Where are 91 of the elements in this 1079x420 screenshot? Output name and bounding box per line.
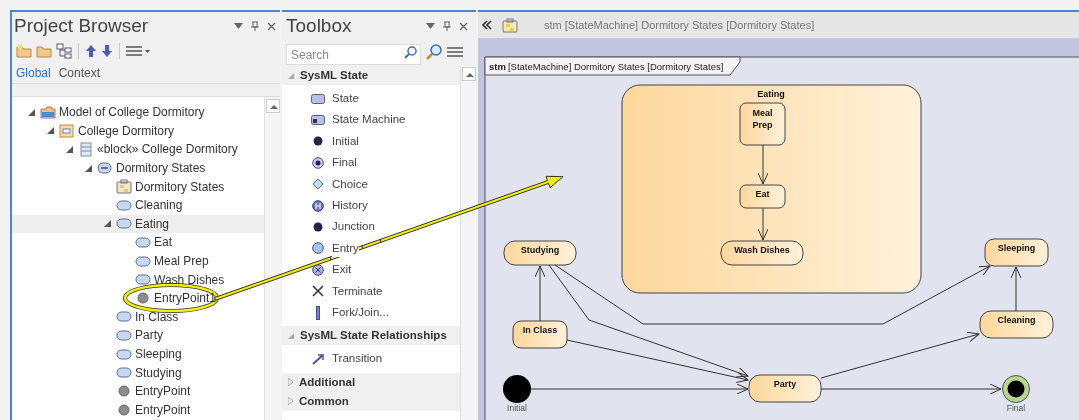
block-icon bbox=[79, 142, 92, 157]
panel-title: Project Browser bbox=[14, 13, 150, 38]
expanded-icon[interactable] bbox=[27, 108, 35, 116]
diagram-icon bbox=[115, 179, 132, 195]
state-icon bbox=[115, 218, 132, 230]
state-node: Meal Prep bbox=[739, 102, 786, 146]
search-icon[interactable] bbox=[425, 43, 443, 61]
transition-arrow bbox=[757, 207, 769, 241]
state-icon bbox=[115, 367, 132, 379]
dropdown-icon[interactable] bbox=[426, 23, 435, 29]
expanded-icon[interactable] bbox=[65, 146, 73, 153]
frame-label: stm [StateMachine] Dormitory States [Dormitory States] bbox=[484, 56, 741, 76]
up-arrow-icon[interactable] bbox=[85, 44, 97, 58]
state-icon bbox=[115, 329, 132, 341]
entry-point-icon bbox=[117, 403, 130, 416]
state-node: Party bbox=[748, 374, 822, 403]
scroll-up-icon[interactable] bbox=[265, 99, 280, 113]
tree-item[interactable]: Party bbox=[135, 326, 163, 345]
scroll-up-icon[interactable] bbox=[461, 67, 476, 81]
scrollbar[interactable] bbox=[460, 66, 476, 420]
tab[interactable]: Global bbox=[16, 63, 51, 82]
state-icon bbox=[134, 236, 151, 248]
tree-item[interactable]: «block» College Dormitory bbox=[97, 140, 238, 159]
panel-title: Toolbox bbox=[286, 13, 353, 38]
menu-icon[interactable] bbox=[447, 46, 463, 58]
menu-icon[interactable] bbox=[126, 45, 150, 57]
pin-icon[interactable] bbox=[251, 21, 259, 31]
filled-circle-icon bbox=[313, 222, 323, 233]
tree-item[interactable]: EntryPoint bbox=[135, 400, 191, 419]
scrollbar[interactable] bbox=[264, 97, 280, 420]
diagram-icon[interactable] bbox=[502, 17, 518, 33]
pin-icon[interactable] bbox=[443, 21, 451, 31]
state-node: Eat bbox=[739, 184, 786, 209]
entry-point-icon bbox=[136, 292, 149, 305]
tree-item[interactable]: Studying bbox=[135, 363, 182, 382]
bullseye-icon bbox=[312, 156, 324, 169]
bar-icon bbox=[316, 305, 320, 320]
diamond-icon bbox=[312, 178, 324, 191]
state-icon bbox=[115, 348, 132, 360]
tree-item[interactable]: In Class bbox=[135, 307, 179, 326]
node-label: Final bbox=[1006, 403, 1026, 413]
dropdown-icon[interactable] bbox=[234, 23, 243, 29]
tree-item[interactable]: Dormitory States bbox=[135, 177, 225, 196]
initial-node bbox=[503, 375, 531, 403]
tree-item[interactable]: Eating bbox=[135, 214, 170, 233]
tree-item[interactable]: College Dormitory bbox=[78, 121, 175, 140]
tree-item[interactable]: Cleaning bbox=[135, 196, 183, 215]
package-icon bbox=[39, 105, 56, 120]
close-icon[interactable] bbox=[267, 21, 276, 31]
tree-item[interactable]: Model of College Dormitory bbox=[59, 103, 205, 122]
expanded-icon[interactable] bbox=[46, 127, 54, 135]
tree-icon[interactable] bbox=[56, 43, 72, 59]
state-machine-icon bbox=[97, 161, 112, 176]
transition-arrow bbox=[534, 265, 546, 322]
transition-arrow bbox=[757, 144, 769, 185]
cross-icon bbox=[312, 285, 324, 298]
expanded-icon[interactable] bbox=[103, 220, 111, 228]
close-icon[interactable] bbox=[459, 21, 468, 31]
final-node bbox=[1002, 375, 1030, 403]
search-icon bbox=[404, 45, 417, 59]
state-node: In Class bbox=[512, 320, 568, 349]
entry-point-icon bbox=[117, 385, 130, 398]
state-icon bbox=[134, 255, 151, 267]
history-icon bbox=[312, 199, 324, 212]
collapse-icon[interactable] bbox=[482, 20, 492, 30]
state-node: Sleeping bbox=[984, 238, 1049, 267]
class-icon bbox=[59, 123, 74, 138]
expanded-icon[interactable] bbox=[84, 164, 92, 172]
tree-item[interactable]: Dormitory States bbox=[116, 159, 206, 178]
tree-item[interactable]: EntryPoint bbox=[135, 382, 191, 401]
tab[interactable]: Context bbox=[58, 63, 101, 82]
tree-item[interactable]: Sleeping bbox=[135, 345, 182, 363]
tree-item[interactable]: Wash Dishes bbox=[154, 270, 225, 289]
transition-icon bbox=[311, 352, 325, 366]
tree-item[interactable]: Eat bbox=[154, 233, 172, 252]
state-icon bbox=[134, 274, 151, 286]
tree-item[interactable]: Meal Prep bbox=[154, 252, 209, 271]
state-node: Studying bbox=[503, 240, 577, 266]
state-icon bbox=[115, 311, 132, 323]
node-label: Initial bbox=[507, 403, 527, 413]
filled-circle-icon bbox=[313, 136, 323, 147]
state-icon bbox=[115, 199, 132, 211]
transition-arrow bbox=[1010, 266, 1022, 312]
state-node: Wash Dishes bbox=[720, 240, 804, 266]
state-machine-icon bbox=[311, 115, 325, 126]
state-node: Cleaning bbox=[979, 310, 1054, 339]
state-icon bbox=[311, 93, 325, 104]
search-field[interactable]: Search bbox=[286, 44, 421, 65]
down-arrow-icon[interactable] bbox=[101, 44, 113, 58]
diagram-tab-title[interactable]: stm [StateMachine] Dormitory States [Dormitory States] bbox=[544, 16, 815, 34]
circle-icon bbox=[312, 242, 324, 255]
